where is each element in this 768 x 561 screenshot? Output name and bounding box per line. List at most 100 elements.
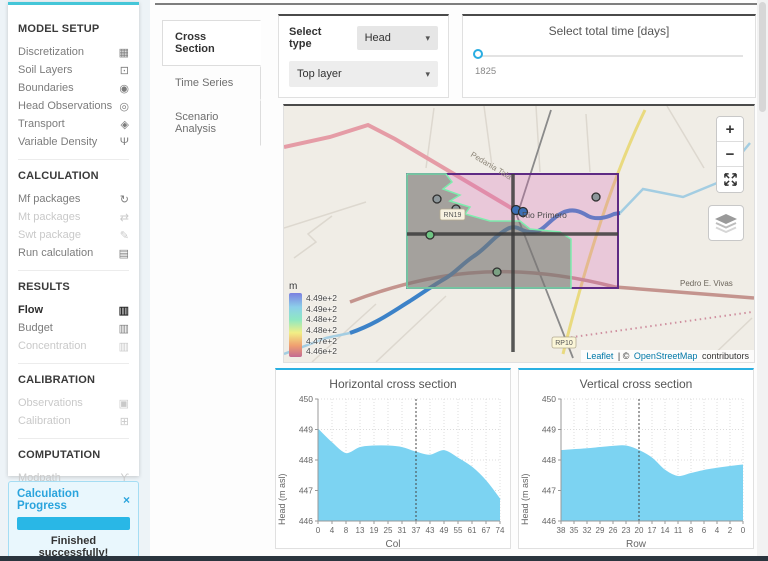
place-label: Pedro E. Vivas xyxy=(680,279,733,288)
time-slider-handle[interactable] xyxy=(473,49,483,59)
chart-icon: ▥ xyxy=(115,340,129,353)
svg-text:29: 29 xyxy=(596,526,605,535)
sidebar-item-mf-packages[interactable]: Mf packages ↻ xyxy=(18,190,129,208)
main-top-border xyxy=(155,3,757,5)
time-slider-value: 1825 xyxy=(475,66,743,77)
sidebar-item-concentration[interactable]: Concentration ▥ xyxy=(18,337,129,355)
section-title: RESULTS xyxy=(18,281,129,293)
fullscreen-icon xyxy=(724,173,737,186)
svg-text:448: 448 xyxy=(299,455,313,465)
calculation-progress-panel: Calculation Progress × Finished successf… xyxy=(8,481,139,561)
svg-text:6: 6 xyxy=(702,526,707,535)
road-shield-rp10: RP10 xyxy=(552,337,576,348)
sidebar: MODEL SETUP Discretization ▦ Soil Layers… xyxy=(8,2,139,476)
svg-text:20: 20 xyxy=(635,526,644,535)
well-marker[interactable] xyxy=(426,231,434,239)
svg-text:449: 449 xyxy=(542,425,556,435)
section-calculation: CALCULATION Mf packages ↻ Mt packages ⇄ … xyxy=(18,160,129,271)
svg-text:8: 8 xyxy=(344,526,349,535)
svg-text:26: 26 xyxy=(609,526,618,535)
close-icon[interactable]: × xyxy=(123,493,130,507)
svg-text:19: 19 xyxy=(370,526,379,535)
svg-text:38: 38 xyxy=(557,526,566,535)
leaflet-link[interactable]: Leaflet xyxy=(586,351,613,361)
bottom-bar xyxy=(0,556,768,561)
y-axis-label: Head (m asl) xyxy=(520,407,530,525)
svg-text:4: 4 xyxy=(715,526,720,535)
layers-button[interactable] xyxy=(708,205,744,241)
svg-text:13: 13 xyxy=(356,526,365,535)
calculator-icon: ⊞ xyxy=(115,415,129,428)
svg-text:448: 448 xyxy=(542,455,556,465)
expand-icon: ⊡ xyxy=(115,64,129,77)
svg-text:67: 67 xyxy=(482,526,491,535)
sidebar-item-transport[interactable]: Transport ◈ xyxy=(18,115,129,133)
type-dropdown[interactable]: Head ▾ xyxy=(357,26,438,50)
sidebar-item-swt-package[interactable]: Swt package ✎ xyxy=(18,226,129,244)
well-marker[interactable] xyxy=(493,268,501,276)
zoom-out-button[interactable]: − xyxy=(717,142,743,167)
svg-text:8: 8 xyxy=(689,526,694,535)
sidebar-item-observations[interactable]: Observations ▣ xyxy=(18,394,129,412)
section-model-setup: MODEL SETUP Discretization ▦ Soil Layers… xyxy=(18,13,129,160)
scrollbar-thumb[interactable] xyxy=(759,2,766,112)
time-slider-track[interactable] xyxy=(475,55,743,57)
calendar-icon: ▦ xyxy=(115,46,129,59)
svg-text:11: 11 xyxy=(674,526,683,535)
svg-text:49: 49 xyxy=(440,526,449,535)
horizontal-cross-section-chart: Horizontal cross section Head (m asl) 44… xyxy=(275,368,511,549)
sidebar-item-run-calculation[interactable]: Run calculation ▤ xyxy=(18,244,129,262)
svg-text:55: 55 xyxy=(454,526,463,535)
sidebar-item-head-observations[interactable]: Head Observations ◎ xyxy=(18,97,129,115)
svg-text:37: 37 xyxy=(412,526,421,535)
map-attribution: Leaflet | © OpenStreetMap contributors xyxy=(581,350,754,362)
progress-bar xyxy=(17,517,130,530)
page-scrollbar[interactable] xyxy=(757,0,768,556)
svg-text:32: 32 xyxy=(583,526,592,535)
road-shield-rn19: RN19 xyxy=(440,209,465,220)
layers-icon xyxy=(715,214,737,233)
sidebar-item-calibration[interactable]: Calibration ⊞ xyxy=(18,412,129,430)
sidebar-item-flow[interactable]: Flow ▥ xyxy=(18,301,129,319)
svg-text:25: 25 xyxy=(384,526,393,535)
sidebar-item-soil-layers[interactable]: Soil Layers ⊡ xyxy=(18,61,129,79)
sidebar-item-variable-density[interactable]: Variable Density Ψ xyxy=(18,133,129,151)
legend-labels: 4.49e+2 4.49e+2 4.48e+2 4.48e+2 4.47e+2 … xyxy=(306,293,337,357)
section-title: CALCULATION xyxy=(18,170,129,182)
town-label: Rio Primero xyxy=(522,210,567,220)
chart-title: Horizontal cross section xyxy=(276,370,510,393)
sidebar-item-budget[interactable]: Budget ▥ xyxy=(18,319,129,337)
sidebar-item-boundaries[interactable]: Boundaries ◉ xyxy=(18,79,129,97)
osm-link[interactable]: OpenStreetMap xyxy=(634,351,698,361)
chart-plot-area: 4464474484494503835322926232017141186420 xyxy=(531,393,753,539)
svg-text:2: 2 xyxy=(728,526,733,535)
svg-text:RP10: RP10 xyxy=(555,340,573,347)
tab-scenario-analysis[interactable]: Scenario Analysis xyxy=(162,100,261,146)
sidebar-item-mt-packages[interactable]: Mt packages ⇄ xyxy=(18,208,129,226)
chart-plot-area: 4464474484494500481319253137434955616774 xyxy=(288,393,510,539)
map-canvas[interactable]: Pedania Tala Rio Primero RN19 RP10 Pedro… xyxy=(284,106,754,362)
type-select-panel: Select type Head ▾ Top layer ▾ xyxy=(278,14,449,98)
svg-text:35: 35 xyxy=(570,526,579,535)
clipboard-icon: ▣ xyxy=(115,397,129,410)
density-icon: Ψ xyxy=(115,136,129,148)
sidebar-item-discretization[interactable]: Discretization ▦ xyxy=(18,43,129,61)
eye-icon: ◎ xyxy=(115,100,129,113)
vertical-cross-section-chart: Vertical cross section Head (m asl) 4464… xyxy=(518,368,754,549)
layer-dropdown-value: Top layer xyxy=(297,68,342,80)
svg-text:61: 61 xyxy=(468,526,477,535)
loop-icon: ↻ xyxy=(115,193,129,206)
fullscreen-button[interactable] xyxy=(717,167,743,192)
well-marker[interactable] xyxy=(592,193,600,201)
tab-cross-section[interactable]: Cross Section xyxy=(162,20,261,66)
zoom-in-button[interactable]: + xyxy=(717,117,743,142)
section-calibration: CALIBRATION Observations ▣ Calibration ⊞ xyxy=(18,364,129,439)
caret-down-icon: ▾ xyxy=(425,69,430,80)
svg-text:43: 43 xyxy=(426,526,435,535)
chart-icon: ▥ xyxy=(115,322,129,335)
well-marker[interactable] xyxy=(433,195,441,203)
select-type-label: Select type xyxy=(289,26,347,50)
layer-dropdown[interactable]: Top layer ▾ xyxy=(289,61,438,87)
svg-text:0: 0 xyxy=(741,526,746,535)
tab-time-series[interactable]: Time Series xyxy=(162,66,261,100)
